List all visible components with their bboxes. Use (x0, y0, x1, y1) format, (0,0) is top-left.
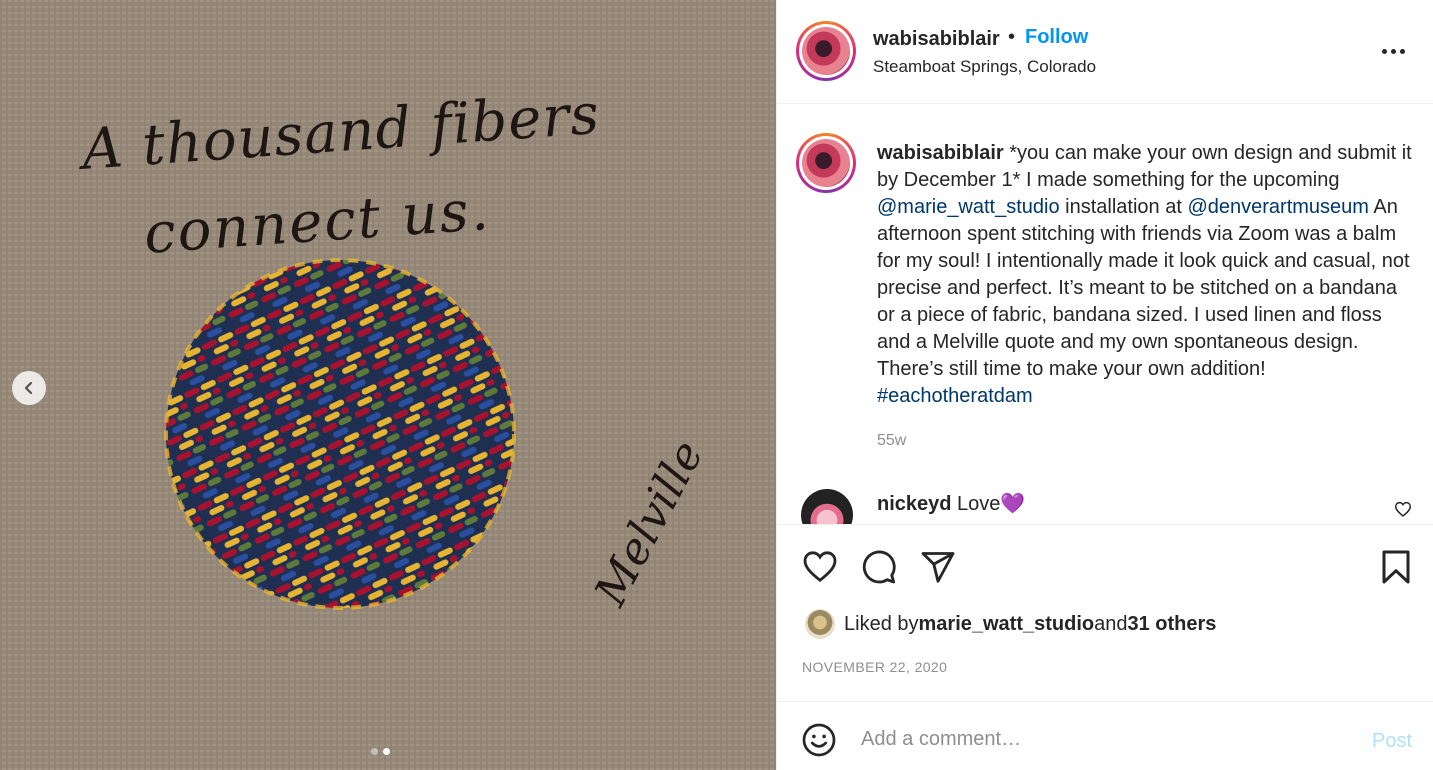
smiley-icon (802, 723, 836, 757)
slide-dot-active (383, 748, 390, 755)
emoji-button[interactable] (801, 722, 837, 763)
bookmark-icon (1382, 550, 1410, 584)
liker-username[interactable]: marie_watt_studio (919, 613, 1095, 636)
comment-username[interactable]: nickeyd (877, 493, 951, 515)
more-dot-icon (1381, 48, 1387, 54)
caption-text: An afternoon spent stitching with friend… (877, 196, 1410, 380)
like-button[interactable] (802, 549, 838, 588)
more-options-button[interactable] (1373, 37, 1413, 65)
previous-slide-button[interactable] (12, 371, 46, 405)
author-username[interactable]: wabisabiblair (873, 28, 1000, 51)
post-date[interactable]: NOVEMBER 22, 2020 (802, 659, 947, 675)
likes-others-link[interactable]: 31 others (1127, 613, 1216, 636)
caption-author-avatar[interactable] (796, 133, 856, 193)
share-button[interactable] (920, 549, 956, 590)
comment-input[interactable] (861, 722, 1341, 756)
save-button[interactable] (1379, 549, 1413, 590)
more-dot-icon (1399, 48, 1405, 54)
post-caption: wabisabiblair *you can make your own des… (877, 140, 1417, 410)
likes-middle: and (1094, 612, 1128, 635)
comment-bubble-icon (862, 550, 896, 584)
post-actions: Liked by marie_watt_studio and 31 others… (777, 524, 1433, 770)
more-dot-icon (1390, 48, 1396, 54)
post-side-panel: wabisabiblair • Follow Steamboat Springs… (776, 0, 1433, 770)
header-separator: • (1008, 26, 1016, 48)
caption-username[interactable]: wabisabiblair (877, 142, 1004, 164)
comment-like-button[interactable] (1394, 501, 1412, 522)
post-dialog: A thousand fibers connect us. Melville w… (0, 0, 1433, 770)
mention-link[interactable]: @marie_watt_studio (877, 196, 1060, 218)
comment-text: Love💜 (951, 493, 1026, 515)
likes-summary: Liked by marie_watt_studio and 31 others (805, 609, 1216, 639)
author-avatar[interactable] (796, 21, 856, 81)
follow-button[interactable]: Follow (1025, 26, 1088, 49)
add-comment-bar: Post (777, 701, 1433, 770)
heart-outline-icon (803, 551, 837, 583)
slide-indicator (371, 748, 390, 755)
comment-button[interactable] (861, 549, 897, 590)
comment-item: nickeyd Love💜 (877, 491, 1025, 516)
comments-section[interactable]: wabisabiblair *you can make your own des… (777, 105, 1433, 525)
commenter-avatar[interactable] (801, 489, 853, 525)
post-media[interactable]: A thousand fibers connect us. Melville (0, 0, 776, 770)
paper-plane-icon (921, 552, 955, 583)
hashtag-link[interactable]: #eachotheratdam (877, 385, 1033, 407)
post-header: wabisabiblair • Follow Steamboat Springs… (777, 0, 1433, 104)
slide-dot (371, 748, 378, 755)
likes-prefix: Liked by (844, 612, 919, 635)
liker-avatar[interactable] (805, 609, 835, 639)
mention-link[interactable]: @denverartmuseum (1187, 196, 1368, 218)
post-comment-button[interactable]: Post (1372, 730, 1412, 753)
caption-text: installation at (1059, 196, 1188, 218)
chevron-left-icon (24, 381, 33, 395)
post-location[interactable]: Steamboat Springs, Colorado (873, 57, 1096, 77)
heart-outline-icon (1394, 501, 1412, 517)
caption-time-ago[interactable]: 55w (877, 432, 906, 450)
